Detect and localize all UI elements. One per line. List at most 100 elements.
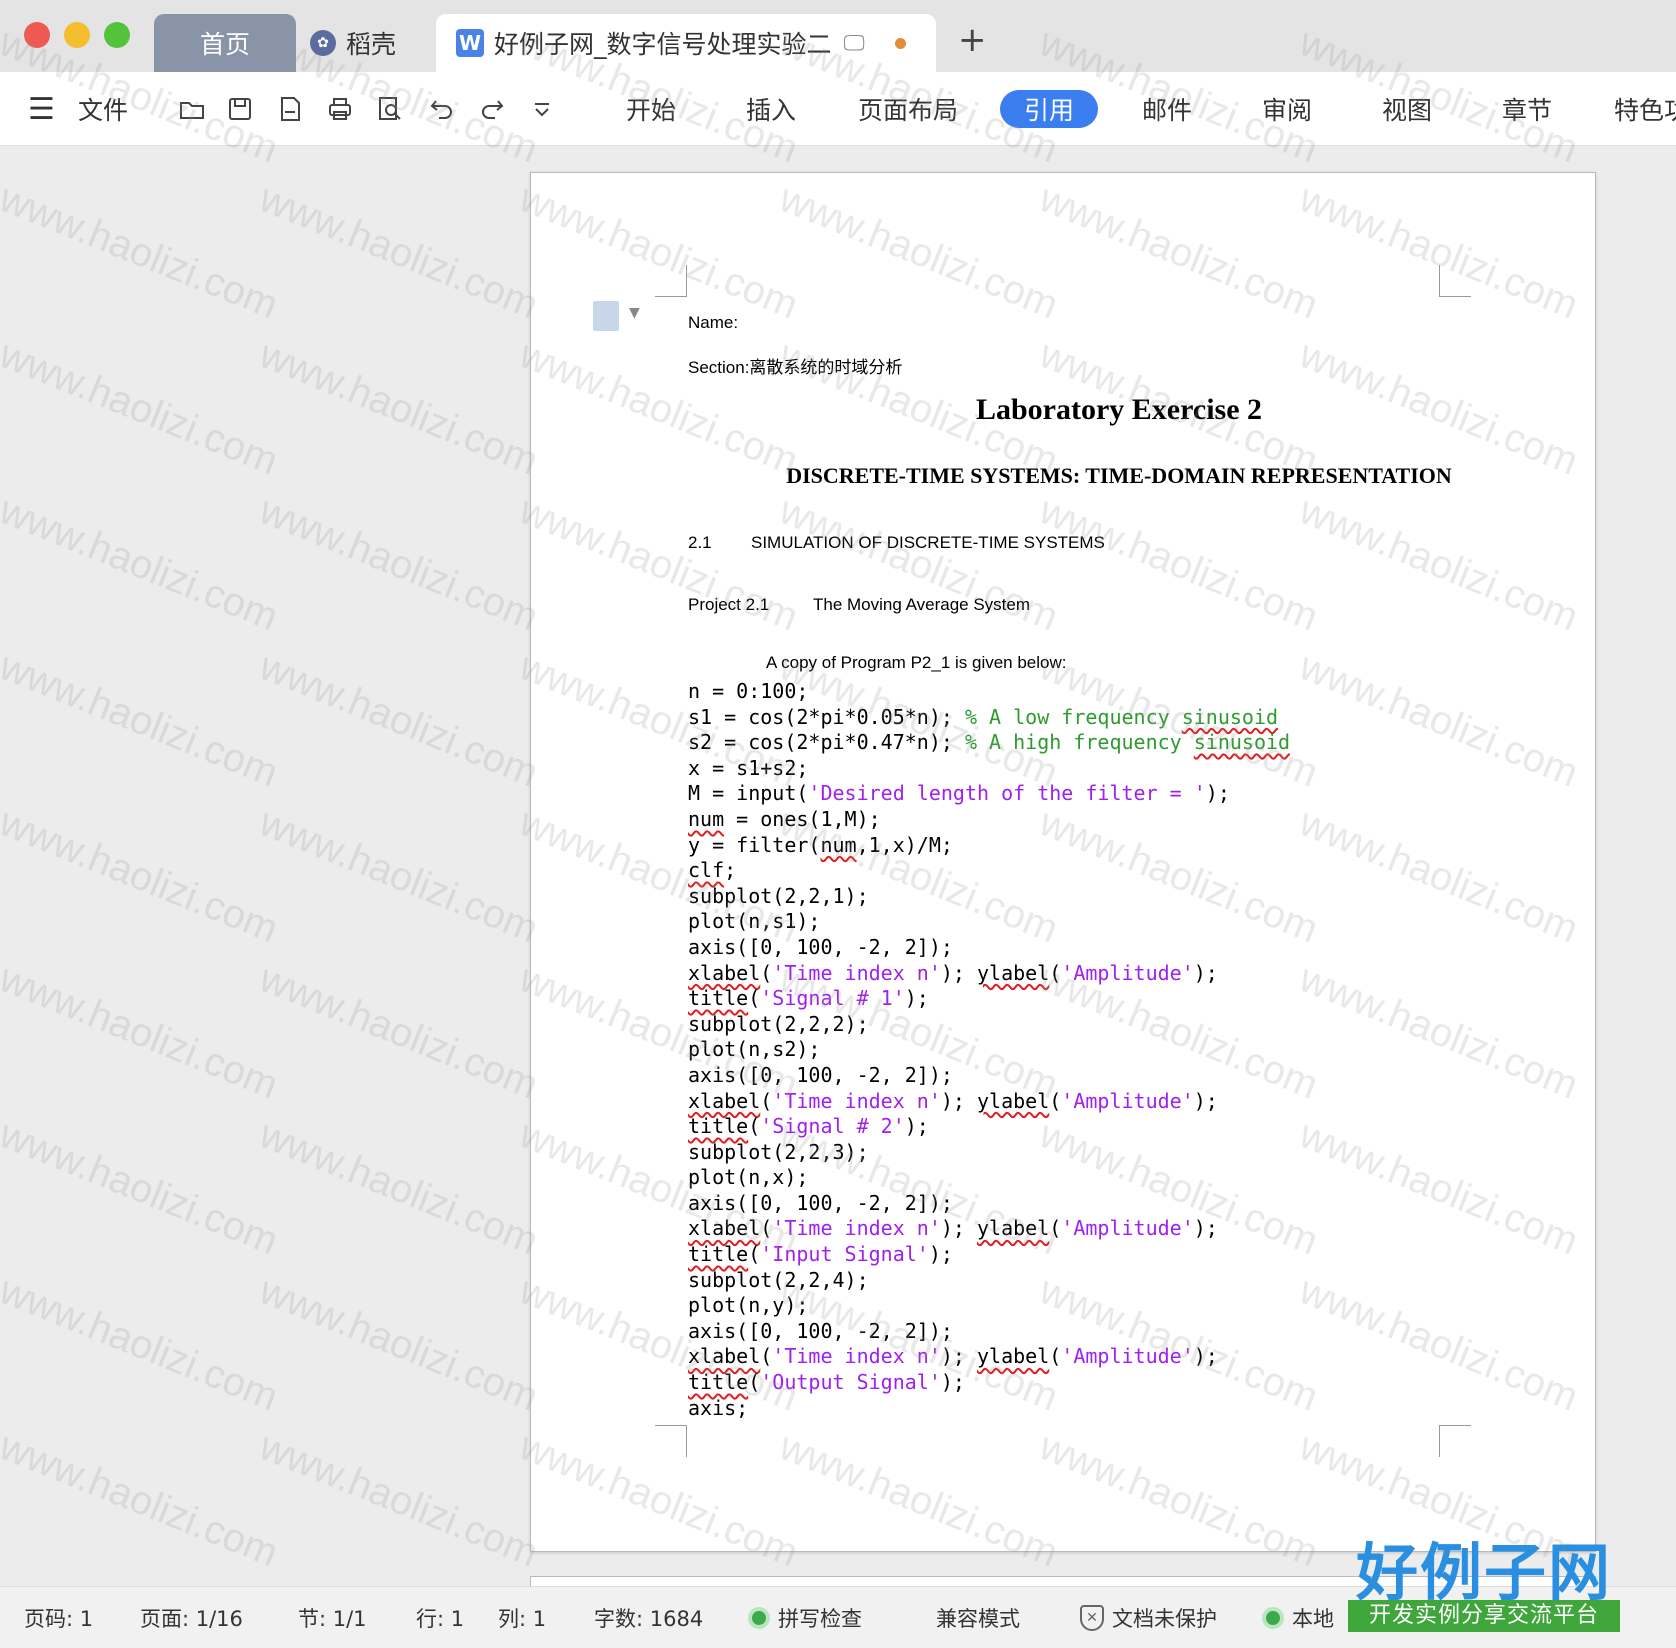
tab-document[interactable]: W 好例子网_数字信号处理实验二 🖵: [436, 14, 936, 72]
close-window-button[interactable]: [24, 22, 50, 48]
tab-daoke-label: 稻壳: [346, 30, 397, 59]
check-circle-icon: [748, 1607, 770, 1629]
code-line: xlabel('Time index n'); ylabel('Amplitud…: [688, 960, 1218, 985]
redo-icon[interactable]: [474, 72, 510, 146]
program-intro-text: A copy of Program P2_1 is given below:: [766, 653, 1067, 672]
code-line: axis([0, 100, -2, 2]);: [688, 1062, 953, 1087]
local-button[interactable]: 本地: [1262, 1587, 1334, 1648]
doc-protect-button[interactable]: ✕ 文档未保护: [1080, 1587, 1217, 1648]
check-circle-icon: [1262, 1607, 1284, 1629]
monitor-icon[interactable]: 🖵: [844, 31, 865, 56]
export-pdf-icon[interactable]: [272, 72, 308, 146]
code-line: M = input('Desired length of the filter …: [688, 781, 1230, 806]
code-line: s2 = cos(2*pi*0.47*n); % A high frequenc…: [688, 730, 1291, 755]
section-field: Section:离散系统的时域分析: [688, 358, 903, 377]
code-line: subplot(2,2,2);: [688, 1011, 869, 1036]
ribbon-tab-special-features[interactable]: 特色功能: [1614, 72, 1676, 146]
ribbon-tab-mailings[interactable]: 邮件: [1142, 72, 1192, 146]
name-field: Name:: [688, 313, 739, 332]
open-folder-icon[interactable]: [174, 72, 210, 146]
spell-check-label: 拼写检查: [778, 1607, 862, 1631]
ribbon-tab-insert[interactable]: 插入: [746, 72, 796, 146]
print-icon[interactable]: [322, 72, 358, 146]
ribbon-tab-review[interactable]: 审阅: [1262, 72, 1312, 146]
chevron-down-icon[interactable]: ▼: [629, 305, 640, 321]
document-page[interactable]: ▼ Name: Section:离散系统的时域分析 Laboratory Exe…: [530, 172, 1596, 1552]
code-line: xlabel('Time index n'); ylabel('Amplitud…: [688, 1216, 1218, 1241]
logo-title: 好例子网: [1355, 1536, 1612, 1609]
code-line: plot(n,s1);: [688, 909, 821, 934]
code-line: plot(n,y);: [688, 1293, 809, 1318]
save-icon[interactable]: [222, 72, 258, 146]
maximize-window-button[interactable]: [104, 22, 130, 48]
section-number: 2.1: [688, 533, 712, 552]
writer-document-icon: W: [456, 29, 484, 57]
compat-mode-label: 兼容模式: [936, 1607, 1020, 1631]
wps-writer-window: 首页 ✿ 稻壳 W 好例子网_数字信号处理实验二 🖵 + ☰ 文件 开始 插入 …: [0, 0, 1676, 1648]
code-line: xlabel('Time index n'); ylabel('Amplitud…: [688, 1344, 1218, 1369]
new-tab-button[interactable]: +: [958, 20, 987, 60]
spell-check-button[interactable]: 拼写检查: [748, 1587, 862, 1648]
ribbon-tab-start[interactable]: 开始: [626, 72, 676, 146]
code-line: y = filter(num,1,x)/M;: [688, 832, 953, 857]
code-line: plot(n,x);: [688, 1165, 809, 1190]
tab-document-label: 好例子网_数字信号处理实验二: [494, 30, 832, 59]
code-line: subplot(2,2,3);: [688, 1139, 869, 1164]
code-line: axis([0, 100, -2, 2]);: [688, 1190, 953, 1215]
document-title: Laboratory Exercise 2: [975, 393, 1263, 426]
section-title: SIMULATION OF DISCRETE-TIME SYSTEMS: [751, 533, 1105, 552]
ribbon-tab-chapter[interactable]: 章节: [1502, 72, 1552, 146]
code-line: subplot(2,2,1);: [688, 883, 869, 908]
code-line: title('Output Signal');: [688, 1370, 965, 1395]
code-line: axis([0, 100, -2, 2]);: [688, 934, 953, 959]
status-page[interactable]: 页面: 1/16: [140, 1587, 243, 1648]
code-line: x = s1+s2;: [688, 755, 809, 780]
project-number: Project 2.1: [688, 595, 770, 614]
code-line: n = 0:100;: [688, 679, 809, 703]
code-listing: n = 0:100; s1 = cos(2*pi*0.05*n); % A low…: [688, 679, 1290, 1421]
code-line: num = ones(1,M);: [688, 806, 881, 831]
status-word-count[interactable]: 字数: 1684: [594, 1587, 703, 1648]
undo-icon[interactable]: [424, 72, 460, 146]
code-line: subplot(2,2,4);: [688, 1267, 869, 1292]
title-bar: 首页 ✿ 稻壳 W 好例子网_数字信号处理实验二 🖵 +: [0, 0, 1676, 72]
local-label: 本地: [1292, 1607, 1334, 1631]
unsaved-dot-icon: [894, 37, 906, 49]
margin-corner-mark: [1439, 1425, 1471, 1457]
more-dropdown-icon[interactable]: [524, 72, 560, 146]
code-line: title('Input Signal');: [688, 1242, 953, 1267]
toolbar: ☰ 文件 开始 插入 页面布局 引用 邮件 审阅 视图 章节 特色: [0, 72, 1676, 146]
file-menu[interactable]: 文件: [78, 72, 128, 146]
margin-corner-mark: [1439, 265, 1471, 297]
project-title: The Moving Average System: [813, 595, 1031, 614]
print-preview-icon[interactable]: [372, 72, 408, 146]
daoke-icon: ✿: [310, 30, 336, 56]
status-col: 列: 1: [498, 1607, 547, 1631]
status-row: 行: 1: [416, 1607, 465, 1631]
status-page-code[interactable]: 页码: 1: [24, 1587, 93, 1648]
code-line: axis([0, 100, -2, 2]);: [688, 1318, 953, 1343]
shield-icon: ✕: [1080, 1605, 1104, 1631]
logo-tagline: 开发实例分享交流平台: [1348, 1600, 1620, 1632]
code-line: title('Signal # 1');: [688, 986, 929, 1011]
status-section: 节: 1/1: [298, 1607, 367, 1631]
code-line: clf;: [688, 858, 737, 883]
code-line: s1 = cos(2*pi*0.05*n); % A low frequency…: [688, 704, 1279, 729]
tab-home-label: 首页: [199, 30, 250, 59]
doc-protect-label: 文档未保护: [1112, 1607, 1217, 1631]
hamburger-menu-icon[interactable]: ☰: [28, 72, 55, 146]
paragraph-layout-icon[interactable]: [593, 301, 619, 331]
margin-corner-mark: [655, 1425, 687, 1457]
code-line: axis;: [688, 1395, 749, 1420]
document-canvas[interactable]: ▼ Name: Section:离散系统的时域分析 Laboratory Exe…: [0, 146, 1676, 1616]
ribbon-tab-references[interactable]: 引用: [1000, 90, 1099, 128]
minimize-window-button[interactable]: [64, 22, 90, 48]
ribbon-tab-page-layout[interactable]: 页面布局: [858, 72, 958, 146]
margin-corner-mark: [655, 265, 687, 297]
code-line: plot(n,s2);: [688, 1037, 821, 1062]
ribbon-tab-view[interactable]: 视图: [1382, 72, 1432, 146]
site-logo: 好例子网 开发实例分享交流平台: [1344, 1522, 1624, 1632]
code-line: title('Signal # 2');: [688, 1114, 929, 1139]
tab-home[interactable]: 首页: [154, 14, 296, 72]
tab-daoke[interactable]: ✿ 稻壳: [310, 14, 430, 72]
